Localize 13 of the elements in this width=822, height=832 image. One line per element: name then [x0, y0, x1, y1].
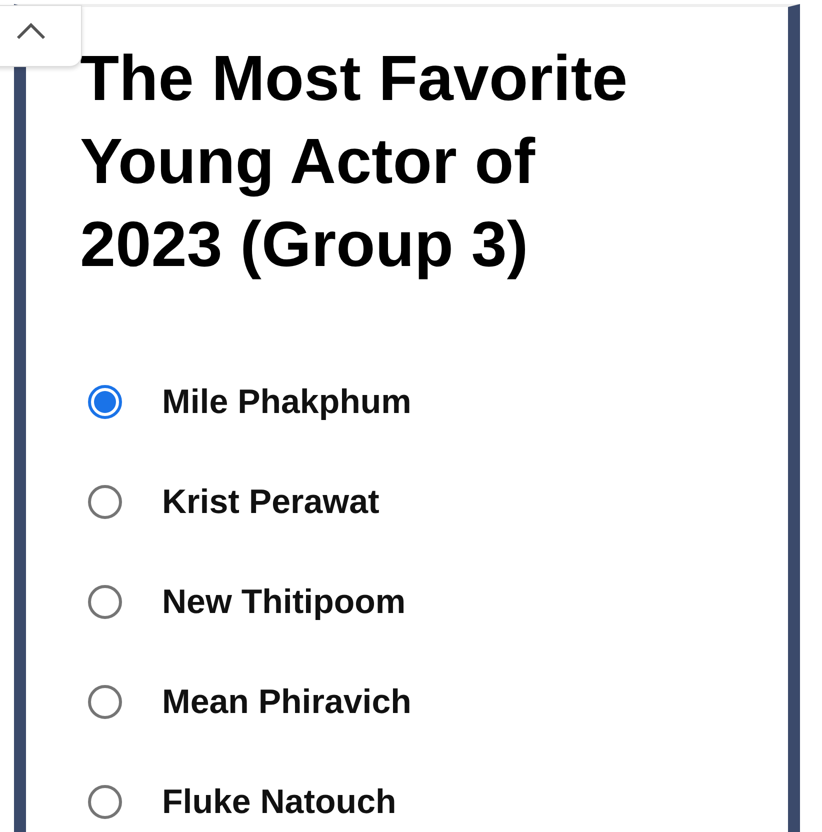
collapse-button[interactable] — [0, 5, 82, 67]
radio-button[interactable] — [88, 485, 122, 519]
option-label[interactable]: Mean Phiravich — [162, 682, 412, 722]
radio-button[interactable] — [88, 585, 122, 619]
poll-title: The Most Favorite Young Actor of 2023 (Group 3) — [80, 41, 629, 282]
radio-button[interactable] — [88, 385, 122, 419]
chevron-up-icon — [16, 22, 46, 40]
option-label[interactable]: Mile Phakphum — [162, 382, 412, 422]
radio-button[interactable] — [88, 685, 122, 719]
radio-button[interactable] — [88, 785, 122, 819]
option-label[interactable]: Fluke Natouch — [162, 782, 396, 822]
option-label[interactable]: New Thitipoom — [162, 582, 406, 622]
option-label[interactable]: Krist Perawat — [162, 482, 380, 522]
